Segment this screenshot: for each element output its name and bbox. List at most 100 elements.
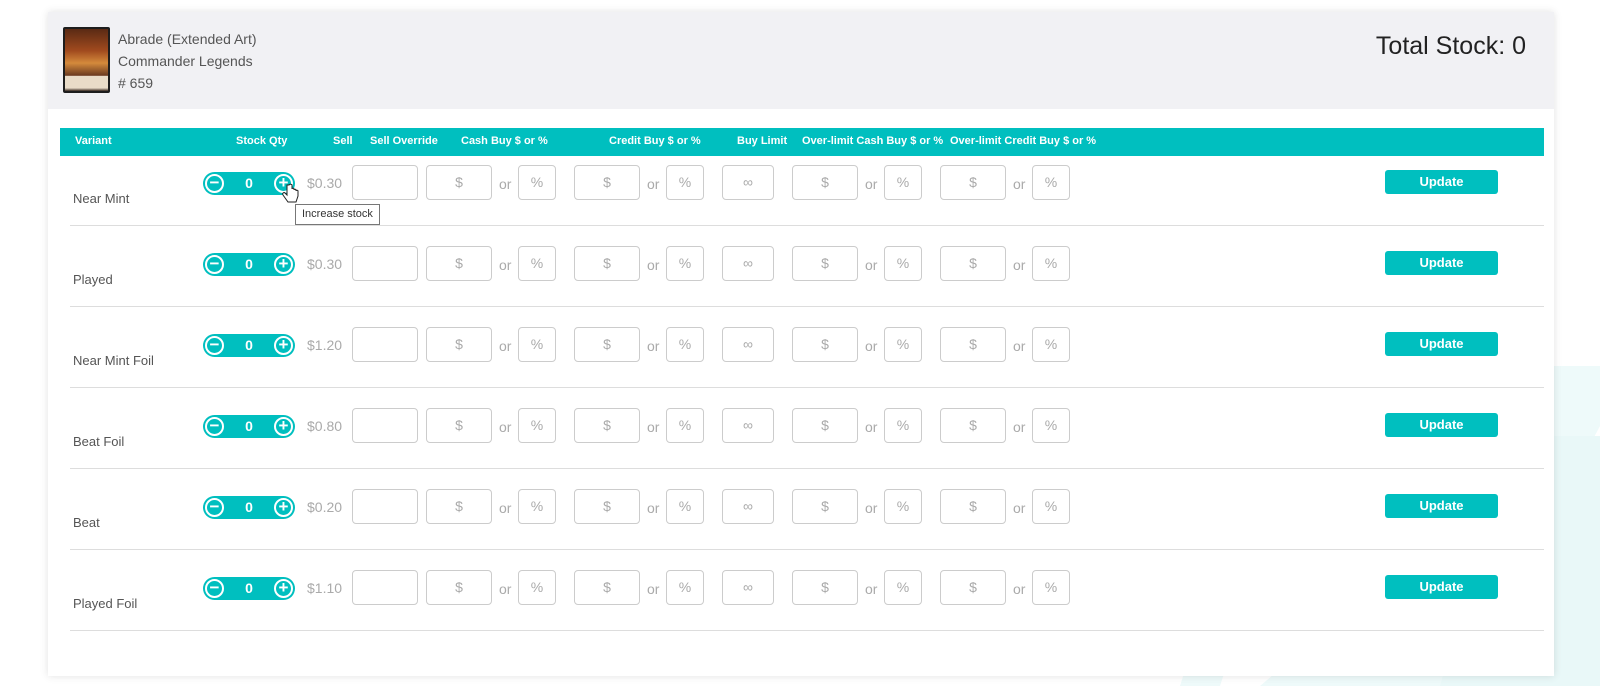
table-row: Beat Foil − 0 + $0.80 $ or % $ or % ∞ $ … bbox=[70, 388, 1544, 469]
over-limit-credit-buy-percent-input[interactable]: % bbox=[1032, 165, 1070, 200]
increase-stock-button[interactable]: + bbox=[274, 579, 293, 598]
over-limit-cash-buy-percent-input[interactable]: % bbox=[884, 489, 922, 524]
credit-buy-dollar-input[interactable]: $ bbox=[574, 489, 640, 524]
cash-buy-percent-input[interactable]: % bbox=[518, 327, 556, 362]
or-label: or bbox=[499, 581, 512, 597]
cash-buy-percent-input[interactable]: % bbox=[518, 165, 556, 200]
credit-buy-dollar-input[interactable]: $ bbox=[574, 570, 640, 605]
over-limit-cash-buy-dollar-input[interactable]: $ bbox=[792, 408, 858, 443]
cash-buy-percent-input[interactable]: % bbox=[518, 570, 556, 605]
sell-override-input[interactable] bbox=[352, 165, 418, 200]
sell-override-input[interactable] bbox=[352, 570, 418, 605]
over-limit-cash-buy-dollar-input[interactable]: $ bbox=[792, 570, 858, 605]
over-limit-credit-buy-dollar-input[interactable]: $ bbox=[940, 246, 1006, 281]
over-limit-cash-buy-percent-input[interactable]: % bbox=[884, 246, 922, 281]
over-limit-credit-buy-dollar-input[interactable]: $ bbox=[940, 570, 1006, 605]
or-label: or bbox=[1013, 257, 1026, 273]
over-limit-credit-buy-percent-input[interactable]: % bbox=[1032, 408, 1070, 443]
stock-qty-value[interactable]: 0 bbox=[233, 418, 265, 434]
update-button[interactable]: Update bbox=[1385, 413, 1498, 437]
sell-price: $0.30 bbox=[307, 256, 343, 272]
variant-name: Beat bbox=[73, 515, 100, 530]
cash-buy-dollar-input[interactable]: $ bbox=[426, 570, 492, 605]
update-button[interactable]: Update bbox=[1385, 251, 1498, 275]
cash-buy-dollar-input[interactable]: $ bbox=[426, 327, 492, 362]
cash-buy-percent-input[interactable]: % bbox=[518, 408, 556, 443]
table-row: Near Mint Foil − 0 + $1.20 $ or % $ or %… bbox=[70, 307, 1544, 388]
or-label: or bbox=[647, 257, 660, 273]
over-limit-credit-buy-dollar-input[interactable]: $ bbox=[940, 327, 1006, 362]
decrease-stock-button[interactable]: − bbox=[205, 255, 224, 274]
cash-buy-dollar-input[interactable]: $ bbox=[426, 246, 492, 281]
decrease-stock-button[interactable]: − bbox=[205, 579, 224, 598]
or-label: or bbox=[499, 176, 512, 192]
credit-buy-dollar-input[interactable]: $ bbox=[574, 165, 640, 200]
sell-override-input[interactable] bbox=[352, 408, 418, 443]
sell-price: $0.20 bbox=[307, 499, 343, 515]
credit-buy-percent-input[interactable]: % bbox=[666, 246, 704, 281]
card-thumbnail[interactable] bbox=[63, 27, 110, 93]
over-limit-credit-buy-dollar-input[interactable]: $ bbox=[940, 165, 1006, 200]
over-limit-credit-buy-dollar-input[interactable]: $ bbox=[940, 408, 1006, 443]
over-limit-cash-buy-percent-input[interactable]: % bbox=[884, 165, 922, 200]
sell-override-input[interactable] bbox=[352, 489, 418, 524]
over-limit-cash-buy-percent-input[interactable]: % bbox=[884, 408, 922, 443]
buy-limit-input[interactable]: ∞ bbox=[722, 489, 774, 524]
stock-stepper: − 0 + bbox=[203, 415, 295, 438]
cash-buy-percent-input[interactable]: % bbox=[518, 489, 556, 524]
buy-limit-input[interactable]: ∞ bbox=[722, 408, 774, 443]
over-limit-credit-buy-percent-input[interactable]: % bbox=[1032, 570, 1070, 605]
buy-limit-input[interactable]: ∞ bbox=[722, 246, 774, 281]
or-label: or bbox=[865, 581, 878, 597]
credit-buy-percent-input[interactable]: % bbox=[666, 489, 704, 524]
decrease-stock-button[interactable]: − bbox=[205, 336, 224, 355]
buy-limit-input[interactable]: ∞ bbox=[722, 165, 774, 200]
sell-price: $0.30 bbox=[307, 175, 343, 191]
credit-buy-dollar-input[interactable]: $ bbox=[574, 408, 640, 443]
stock-stepper: − 0 + bbox=[203, 496, 295, 519]
decrease-stock-button[interactable]: − bbox=[205, 417, 224, 436]
stock-qty-value[interactable]: 0 bbox=[233, 499, 265, 515]
increase-stock-button[interactable]: + bbox=[274, 498, 293, 517]
sell-override-input[interactable] bbox=[352, 327, 418, 362]
credit-buy-dollar-input[interactable]: $ bbox=[574, 327, 640, 362]
credit-buy-percent-input[interactable]: % bbox=[666, 165, 704, 200]
cash-buy-dollar-input[interactable]: $ bbox=[426, 165, 492, 200]
over-limit-cash-buy-dollar-input[interactable]: $ bbox=[792, 327, 858, 362]
over-limit-cash-buy-dollar-input[interactable]: $ bbox=[792, 165, 858, 200]
over-limit-credit-buy-percent-input[interactable]: % bbox=[1032, 489, 1070, 524]
decrease-stock-button[interactable]: − bbox=[205, 498, 224, 517]
over-limit-cash-buy-dollar-input[interactable]: $ bbox=[792, 489, 858, 524]
over-limit-credit-buy-percent-input[interactable]: % bbox=[1032, 246, 1070, 281]
decrease-stock-button[interactable]: − bbox=[205, 174, 224, 193]
variant-name: Played bbox=[73, 272, 113, 287]
or-label: or bbox=[499, 257, 512, 273]
buy-limit-input[interactable]: ∞ bbox=[722, 327, 774, 362]
cash-buy-dollar-input[interactable]: $ bbox=[426, 408, 492, 443]
increase-stock-button[interactable]: + bbox=[274, 336, 293, 355]
over-limit-cash-buy-percent-input[interactable]: % bbox=[884, 570, 922, 605]
stock-qty-value[interactable]: 0 bbox=[233, 256, 265, 272]
or-label: or bbox=[499, 500, 512, 516]
cash-buy-dollar-input[interactable]: $ bbox=[426, 489, 492, 524]
increase-stock-button[interactable]: + bbox=[274, 417, 293, 436]
increase-stock-button[interactable]: + bbox=[274, 255, 293, 274]
stock-qty-value[interactable]: 0 bbox=[233, 175, 265, 191]
cash-buy-percent-input[interactable]: % bbox=[518, 246, 556, 281]
update-button[interactable]: Update bbox=[1385, 575, 1498, 599]
credit-buy-percent-input[interactable]: % bbox=[666, 327, 704, 362]
update-button[interactable]: Update bbox=[1385, 170, 1498, 194]
buy-limit-input[interactable]: ∞ bbox=[722, 570, 774, 605]
credit-buy-percent-input[interactable]: % bbox=[666, 408, 704, 443]
over-limit-credit-buy-dollar-input[interactable]: $ bbox=[940, 489, 1006, 524]
over-limit-credit-buy-percent-input[interactable]: % bbox=[1032, 327, 1070, 362]
credit-buy-dollar-input[interactable]: $ bbox=[574, 246, 640, 281]
update-button[interactable]: Update bbox=[1385, 332, 1498, 356]
credit-buy-percent-input[interactable]: % bbox=[666, 570, 704, 605]
over-limit-cash-buy-percent-input[interactable]: % bbox=[884, 327, 922, 362]
stock-qty-value[interactable]: 0 bbox=[233, 337, 265, 353]
stock-qty-value[interactable]: 0 bbox=[233, 580, 265, 596]
update-button[interactable]: Update bbox=[1385, 494, 1498, 518]
over-limit-cash-buy-dollar-input[interactable]: $ bbox=[792, 246, 858, 281]
sell-override-input[interactable] bbox=[352, 246, 418, 281]
